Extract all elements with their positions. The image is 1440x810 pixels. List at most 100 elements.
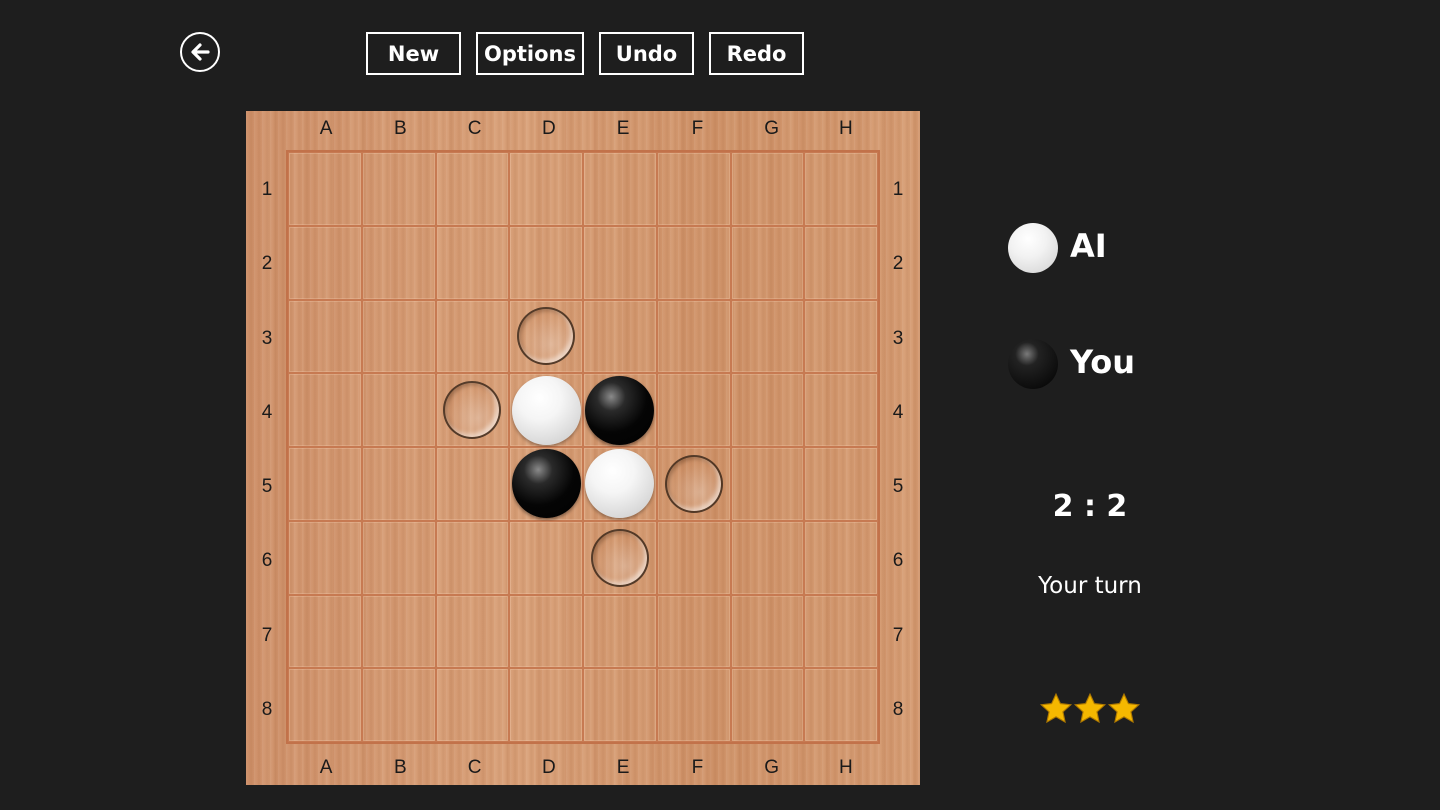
board-cell-a3[interactable] <box>288 299 362 374</box>
column-label-bottom-d: D <box>542 757 556 778</box>
black-disc <box>511 449 581 519</box>
board-cell-c3[interactable] <box>435 299 510 374</box>
board-cell-e2[interactable] <box>583 225 657 300</box>
board-cell-f5[interactable] <box>656 447 731 521</box>
board-cell-d4[interactable] <box>509 373 583 447</box>
valid-move-hint[interactable] <box>443 381 502 440</box>
board-cell-e5[interactable] <box>583 447 657 521</box>
column-label-top-d: D <box>542 118 556 139</box>
board-cell-g5[interactable] <box>730 447 805 521</box>
board-cell-a6[interactable] <box>288 520 362 595</box>
board-cell-a8[interactable] <box>288 668 362 742</box>
new-button[interactable]: New <box>366 32 461 75</box>
board-cell-a1[interactable] <box>288 152 362 226</box>
board-cell-f1[interactable] <box>656 152 731 226</box>
board-cell-b2[interactable] <box>361 225 436 300</box>
column-label-top-g: G <box>764 118 780 139</box>
black-disc <box>585 375 655 445</box>
board-cell-h3[interactable] <box>804 299 878 374</box>
column-label-bottom-e: E <box>616 757 630 778</box>
board-cell-f8[interactable] <box>656 668 731 742</box>
row-label-right-2: 2 <box>892 253 904 275</box>
board-cell-c7[interactable] <box>435 594 510 669</box>
row-label-right-8: 8 <box>892 698 904 720</box>
board-cell-h4[interactable] <box>804 373 878 447</box>
board-cell-d8[interactable] <box>509 668 583 742</box>
board-cell-h5[interactable] <box>804 447 878 521</box>
valid-move-hint[interactable] <box>590 528 649 587</box>
row-label-left-3: 3 <box>261 327 273 349</box>
column-label-bottom-h: H <box>839 757 853 778</box>
redo-button[interactable]: Redo <box>709 32 804 75</box>
row-label-right-4: 4 <box>892 401 904 423</box>
board-cell-g2[interactable] <box>730 225 805 300</box>
options-button[interactable]: Options <box>476 32 584 75</box>
board-cell-d3[interactable] <box>509 299 583 374</box>
board-cell-c1[interactable] <box>435 152 510 226</box>
board-cell-b1[interactable] <box>361 152 436 226</box>
row-label-right-5: 5 <box>892 476 904 498</box>
board-cell-f2[interactable] <box>656 225 731 300</box>
board-cell-a7[interactable] <box>288 594 362 669</box>
board-cell-f7[interactable] <box>656 594 731 669</box>
board-cell-c8[interactable] <box>435 668 510 742</box>
board-cell-e4[interactable] <box>583 373 657 447</box>
board-cell-h8[interactable] <box>804 668 878 742</box>
board-cell-f3[interactable] <box>656 299 731 374</box>
board-cell-e6[interactable] <box>583 520 657 595</box>
board-cell-h1[interactable] <box>804 152 878 226</box>
board-cell-h6[interactable] <box>804 520 878 595</box>
board-cell-e1[interactable] <box>583 152 657 226</box>
board-cell-b7[interactable] <box>361 594 436 669</box>
board-cell-b5[interactable] <box>361 447 436 521</box>
back-button[interactable] <box>180 32 220 72</box>
board-cell-c2[interactable] <box>435 225 510 300</box>
board-cell-a2[interactable] <box>288 225 362 300</box>
column-label-top-h: H <box>839 118 853 139</box>
board-cell-b6[interactable] <box>361 520 436 595</box>
board-cell-f6[interactable] <box>656 520 731 595</box>
board-cell-c6[interactable] <box>435 520 510 595</box>
board-cell-h7[interactable] <box>804 594 878 669</box>
board-cell-d6[interactable] <box>509 520 583 595</box>
board-cell-g6[interactable] <box>730 520 805 595</box>
game-board: A A B B C C D D E E F F G G H H 1 1 2 2 3 3 4 4 5 5 6 6 7 7 8 8 <box>246 111 920 785</box>
column-label-bottom-b: B <box>394 757 407 778</box>
white-disc <box>585 449 655 519</box>
board-cell-g3[interactable] <box>730 299 805 374</box>
board-cell-a4[interactable] <box>288 373 362 447</box>
board-cell-f4[interactable] <box>656 373 731 447</box>
board-cell-g8[interactable] <box>730 668 805 742</box>
white-disc <box>511 375 581 445</box>
row-label-left-5: 5 <box>261 476 273 498</box>
score-display: 2 : 2 <box>1052 489 1128 524</box>
board-cell-a5[interactable] <box>288 447 362 521</box>
star-icon <box>1073 692 1107 724</box>
undo-button[interactable]: Undo <box>599 32 694 75</box>
board-cell-g4[interactable] <box>730 373 805 447</box>
board-cell-c4[interactable] <box>435 373 510 447</box>
row-label-left-8: 8 <box>261 698 273 720</box>
valid-move-hint[interactable] <box>517 307 576 366</box>
board-cell-d5[interactable] <box>509 447 583 521</box>
board-cell-b8[interactable] <box>361 668 436 742</box>
board-cell-d2[interactable] <box>509 225 583 300</box>
turn-status: Your turn <box>1038 573 1142 599</box>
board-cell-h2[interactable] <box>804 225 878 300</box>
user-player-name: You <box>1070 343 1135 381</box>
board-cell-e3[interactable] <box>583 299 657 374</box>
board-cell-b4[interactable] <box>361 373 436 447</box>
board-cell-g1[interactable] <box>730 152 805 226</box>
board-cell-c5[interactable] <box>435 447 510 521</box>
row-label-left-6: 6 <box>261 550 273 572</box>
valid-move-hint[interactable] <box>664 454 723 513</box>
board-cell-d1[interactable] <box>509 152 583 226</box>
board-grid <box>286 150 880 744</box>
board-cell-e7[interactable] <box>583 594 657 669</box>
board-cell-e8[interactable] <box>583 668 657 742</box>
row-label-left-4: 4 <box>261 401 273 423</box>
board-cell-b3[interactable] <box>361 299 436 374</box>
column-label-bottom-c: C <box>467 757 482 778</box>
board-cell-d7[interactable] <box>509 594 583 669</box>
board-cell-g7[interactable] <box>730 594 805 669</box>
